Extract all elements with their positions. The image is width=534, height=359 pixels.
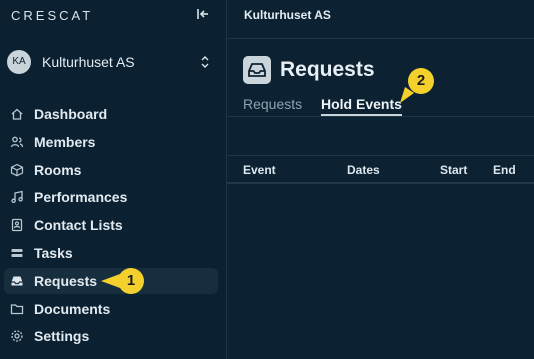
page-title: Requests [280, 58, 375, 81]
topbar-title: Kulturhuset AS [244, 8, 331, 22]
tasks-icon [11, 248, 23, 257]
sidebar-item-documents[interactable]: Documents [4, 296, 218, 322]
tabs-divider [227, 116, 534, 117]
column-header-start[interactable]: Start [440, 163, 467, 177]
sidebar-item-contact-lists[interactable]: Contact Lists [4, 212, 218, 238]
sidebar: CRESCAT KA Kulturhuset AS Dashboard Memb… [0, 0, 227, 359]
collapse-sidebar-icon[interactable] [196, 7, 210, 21]
cube-icon [10, 163, 24, 176]
step-badge-1: 1 [118, 268, 144, 294]
top-bar: Kulturhuset AS [227, 0, 534, 39]
sidebar-item-label: Settings [34, 328, 90, 345]
sidebar-item-rooms[interactable]: Rooms [4, 157, 218, 183]
sidebar-item-members[interactable]: Members [4, 129, 218, 155]
inbox-icon [11, 276, 23, 286]
sidebar-item-label: Requests [34, 272, 98, 289]
music-icon [11, 191, 23, 204]
sidebar-item-label: Rooms [34, 161, 82, 178]
users-icon [10, 136, 24, 147]
column-header-dates[interactable]: Dates [347, 163, 380, 177]
org-switcher[interactable]: KA Kulturhuset AS [7, 50, 217, 75]
folder-icon [10, 303, 24, 314]
inbox-icon [243, 56, 271, 84]
sidebar-item-label: Tasks [34, 244, 73, 261]
app-window: CRESCAT KA Kulturhuset AS Dashboard Memb… [0, 0, 534, 359]
step-badge-2: 2 [408, 68, 434, 94]
avatar: KA [7, 50, 31, 74]
contact-card-icon [11, 219, 23, 232]
org-name: Kulturhuset AS [42, 54, 135, 70]
gear-icon [11, 330, 23, 343]
sidebar-item-tasks[interactable]: Tasks [4, 240, 218, 266]
sidebar-item-label: Contact Lists [34, 217, 123, 234]
table-header: Event Dates Start End [227, 155, 534, 184]
sidebar-item-performances[interactable]: Performances [4, 184, 218, 210]
column-header-event[interactable]: Event [243, 163, 276, 177]
chevron-up-down-icon [201, 56, 209, 68]
sidebar-item-label: Members [34, 133, 96, 150]
home-icon [11, 108, 23, 120]
sidebar-item-label: Performances [34, 189, 128, 206]
sidebar-item-dashboard[interactable]: Dashboard [4, 101, 218, 127]
sidebar-item-settings[interactable]: Settings [4, 323, 218, 349]
app-logo: CRESCAT [11, 8, 94, 23]
column-header-end[interactable]: End [493, 163, 516, 177]
sidebar-nav: Dashboard Members Rooms Performances Con… [4, 101, 218, 351]
sidebar-item-label: Documents [34, 300, 111, 317]
sidebar-item-label: Dashboard [34, 106, 108, 122]
tab-requests[interactable]: Requests [243, 96, 302, 112]
tab-hold-events[interactable]: Hold Events [321, 96, 402, 116]
